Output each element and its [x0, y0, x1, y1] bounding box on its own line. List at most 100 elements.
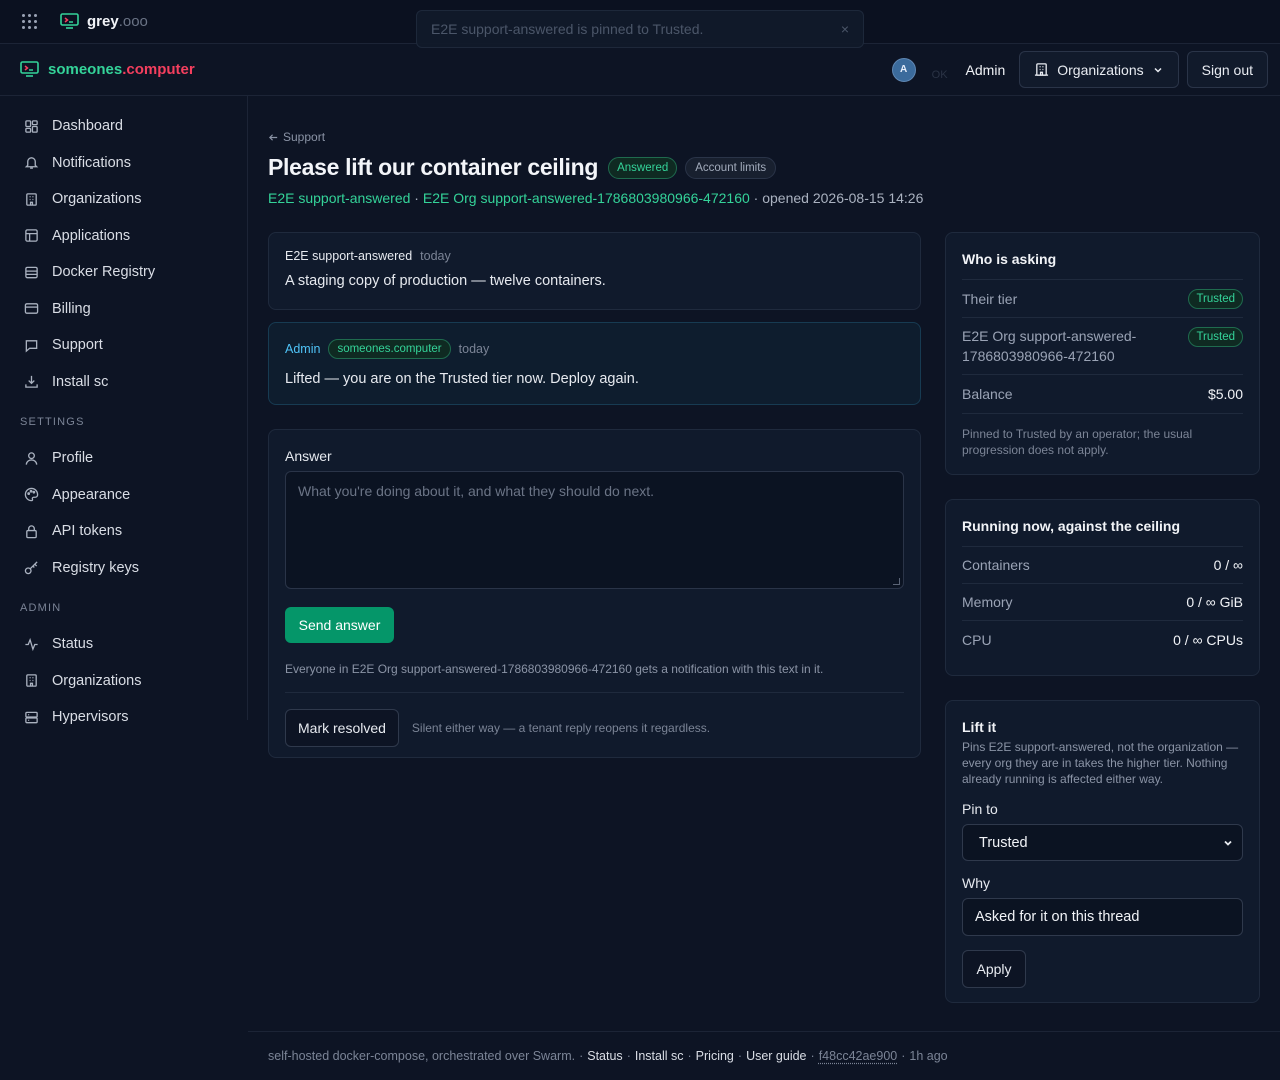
why-input[interactable]: Asked for it on this thread — [962, 898, 1243, 936]
sidebar-item-label: API tokens — [52, 523, 123, 540]
sidebar-item-support[interactable]: Support — [0, 327, 247, 364]
org-tier-label: E2E Org support-answered-1786803980966-4… — [962, 328, 1137, 364]
avatar[interactable]: A — [891, 57, 916, 82]
footer-link-install[interactable]: Install sc — [635, 1049, 684, 1063]
top-brand[interactable]: grey.ooo — [60, 13, 148, 30]
back-link[interactable]: Support — [268, 130, 325, 144]
apps-grid-icon[interactable] — [22, 13, 38, 30]
panel-title: Who is asking — [962, 233, 1243, 280]
sidebar-item-label: Notifications — [52, 154, 131, 171]
user-link[interactable]: E2E support-answered — [268, 190, 410, 206]
admin-section-label: ADMIN — [20, 602, 62, 614]
footer-dot: · — [687, 1049, 692, 1063]
monitor-icon — [60, 13, 79, 29]
message-author: Admin — [285, 342, 321, 356]
dashboard-icon — [25, 119, 38, 133]
org-link[interactable]: E2E Org support-answered-1786803980966-4… — [423, 190, 750, 206]
building-icon — [1035, 63, 1049, 76]
footer-dot: · — [810, 1049, 815, 1063]
download-icon — [25, 376, 38, 389]
sign-out-button[interactable]: Sign out — [1186, 51, 1268, 88]
building-icon — [26, 192, 37, 206]
brand-part1: someones — [48, 61, 123, 78]
bell-icon — [24, 157, 39, 170]
balance-label: Balance — [962, 386, 1013, 402]
sidebar-item-label: Profile — [52, 450, 94, 467]
sidebar-item-admin-organizations[interactable]: Organizations — [0, 663, 247, 700]
brand-logo[interactable]: someones.computer — [20, 61, 195, 78]
sidebar-item-organizations[interactable]: Organizations — [0, 181, 247, 218]
user-icon — [25, 451, 38, 465]
sidebar-item-dashboard[interactable]: Dashboard — [0, 108, 247, 145]
database-icon — [25, 266, 38, 279]
sidebar-item-label: Applications — [52, 227, 131, 244]
message-time: today — [458, 342, 490, 356]
header: someones.computer A OK Admin Organizatio… — [0, 44, 1280, 96]
sidebar-item-label: Docker Registry — [52, 264, 156, 281]
containers-row: Containers 0 / ∞ — [962, 547, 1243, 584]
answer-form: Answer What you're doing about it, and w… — [268, 429, 921, 758]
category-badge: Account limits — [685, 156, 777, 179]
sidebar-item-install-sc[interactable]: Install sc — [0, 364, 247, 401]
sidebar-item-status[interactable]: Status — [0, 626, 247, 663]
pin-to-value: Trusted — [979, 834, 1028, 851]
sidebar-item-docker-registry[interactable]: Docker Registry — [0, 254, 247, 291]
toast-close-icon[interactable]: × — [841, 21, 849, 37]
sidebar-item-registry-keys[interactable]: Registry keys — [0, 550, 247, 587]
toast-message: E2E support-answered is pinned to Truste… — [431, 21, 704, 37]
sidebar-item-appearance[interactable]: Appearance — [0, 477, 247, 514]
user-name: Admin — [965, 61, 1006, 78]
brand-part2: .computer — [122, 61, 195, 78]
footer-commit-hash[interactable]: f48cc42ae900 — [819, 1049, 898, 1063]
sidebar-item-label: Install sc — [52, 373, 109, 390]
answer-textarea[interactable]: What you're doing about it, and what the… — [285, 471, 904, 589]
footer-link-status[interactable]: Status — [587, 1049, 622, 1063]
sidebar-item-profile[interactable]: Profile — [0, 440, 247, 477]
chat-icon — [25, 339, 38, 353]
pin-to-label: Pin to — [962, 801, 998, 817]
pin-to-select[interactable]: Trusted — [962, 824, 1243, 861]
sidebar-item-billing[interactable]: Billing — [0, 291, 247, 328]
tier-badge: Trusted — [1188, 288, 1243, 309]
footer-dot: · — [626, 1049, 631, 1063]
sidebar-item-notifications[interactable]: Notifications — [0, 145, 247, 182]
sidebar-item-applications[interactable]: Applications — [0, 218, 247, 255]
mark-resolved-button[interactable]: Mark resolved — [285, 709, 399, 747]
sign-out-label: Sign out — [1201, 61, 1253, 78]
footer-text: self-hosted docker-compose, orchestrated… — [268, 1049, 576, 1063]
apply-button[interactable]: Apply — [962, 950, 1026, 988]
message-body: Lifted — you are on the Trusted tier now… — [285, 371, 639, 387]
resolve-hint: Silent either way — a tenant reply reope… — [411, 721, 711, 735]
sidebar-item-label: Billing — [52, 300, 91, 317]
footer-dot: · — [901, 1049, 906, 1063]
footer-dot: · — [737, 1049, 743, 1063]
sidebar-item-label: Support — [52, 337, 103, 354]
who-is-asking-panel: Who is asking Their tier Trusted E2E Org… — [945, 232, 1260, 475]
balance-row: Balance $5.00 — [962, 375, 1243, 414]
layout-icon — [25, 229, 38, 243]
footer: self-hosted docker-compose, orchestrated… — [248, 1031, 1280, 1080]
panel-title: Running now, against the ceiling — [962, 500, 1243, 547]
chevron-down-icon — [1224, 840, 1232, 846]
chevron-down-icon — [1154, 67, 1162, 73]
sidebar-item-hypervisors[interactable]: Hypervisors — [0, 699, 247, 736]
sidebar-item-label: Organizations — [52, 191, 142, 208]
ticket-subline: E2E support-answered · E2E Org support-a… — [268, 190, 923, 206]
monitor-icon — [20, 61, 39, 77]
organizations-label: Organizations — [1057, 61, 1144, 78]
panel-title: Lift it — [962, 719, 997, 735]
palette-icon — [24, 487, 39, 502]
key-icon — [24, 561, 38, 575]
arrow-left-icon — [268, 133, 278, 141]
footer-link-pricing[interactable]: Pricing — [696, 1049, 734, 1063]
sidebar-item-label: Organizations — [52, 672, 142, 689]
sidebar-item-label: Dashboard — [52, 118, 123, 135]
row-value: 0 / ∞ GiB — [1186, 594, 1243, 610]
sidebar-item-label: Hypervisors — [52, 709, 129, 726]
organizations-dropdown[interactable]: Organizations — [1019, 51, 1179, 88]
sidebar-item-api-tokens[interactable]: API tokens — [0, 513, 247, 550]
footer-link-user-guide[interactable]: User guide — [746, 1049, 806, 1063]
send-answer-button[interactable]: Send answer — [285, 607, 394, 643]
building-icon — [26, 674, 37, 688]
tier-row: Their tier Trusted — [962, 280, 1243, 318]
